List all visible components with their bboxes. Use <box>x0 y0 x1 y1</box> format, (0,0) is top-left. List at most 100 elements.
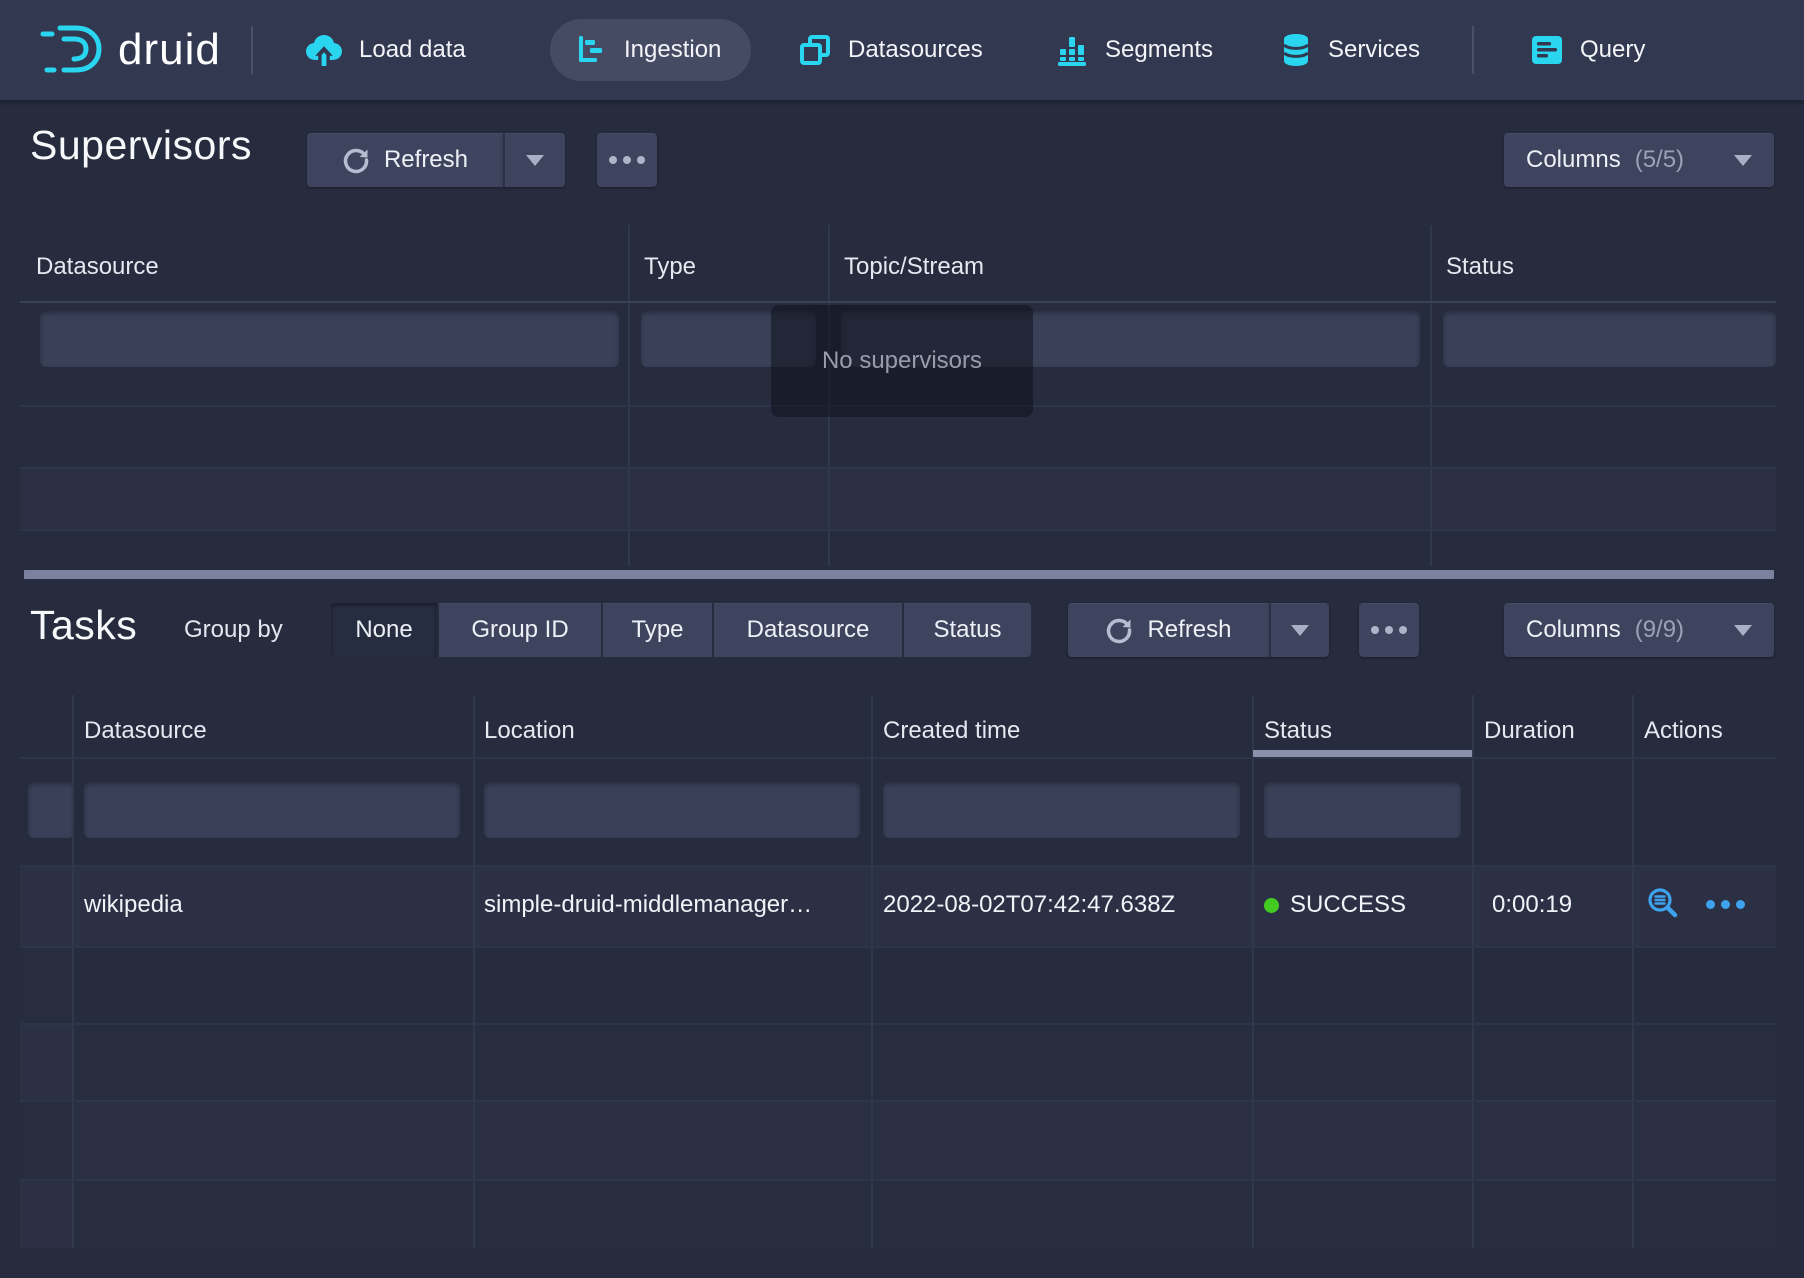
nav-services[interactable]: Services <box>1280 0 1420 100</box>
group-by-group-id-button[interactable]: Group ID <box>437 603 601 657</box>
column-divider <box>72 695 74 1248</box>
nav-load-data-label: Load data <box>359 36 466 64</box>
row-divider <box>20 1100 1776 1102</box>
status-success-dot <box>1264 898 1279 913</box>
nav-services-label: Services <box>1328 36 1420 64</box>
chevron-down-icon <box>1734 155 1752 166</box>
header-divider <box>20 301 1776 303</box>
nav-segments[interactable]: Segments <box>1055 0 1213 100</box>
table-row <box>20 1100 1776 1179</box>
tasks-refresh-label: Refresh <box>1147 616 1231 644</box>
nav-segments-label: Segments <box>1105 36 1213 64</box>
column-divider <box>1430 225 1432 566</box>
nav-datasources-label: Datasources <box>848 36 983 64</box>
tasks-header-actions[interactable]: Actions <box>1644 717 1723 745</box>
supervisors-refresh-dropdown[interactable] <box>503 133 565 187</box>
nav-datasources[interactable]: Datasources <box>798 0 983 100</box>
refresh-icon <box>342 146 370 174</box>
inspect-task-icon[interactable] <box>1646 887 1680 921</box>
table-row <box>20 1179 1776 1248</box>
supervisors-header-datasource[interactable]: Datasource <box>36 253 159 281</box>
tasks-refresh-button[interactable]: Refresh <box>1068 603 1269 657</box>
tasks-header-duration[interactable]: Duration <box>1484 717 1575 745</box>
cell-duration[interactable]: 0:00:19 <box>1492 891 1572 919</box>
row-divider <box>20 865 1776 867</box>
narrow-column-cell <box>20 1100 72 1179</box>
tasks-more-button[interactable] <box>1359 603 1419 657</box>
column-divider <box>1472 695 1474 1248</box>
tasks-filter-first[interactable] <box>28 782 74 838</box>
supervisors-columns-button[interactable]: Columns (5/5) <box>1504 133 1774 187</box>
row-divider <box>20 1179 1776 1181</box>
supervisors-filter-datasource[interactable] <box>40 311 619 367</box>
top-nav: druid Load data Ingestion <box>0 0 1804 100</box>
more-icon <box>1371 626 1407 634</box>
nav-divider <box>251 26 253 74</box>
tasks-refresh-dropdown[interactable] <box>1269 603 1329 657</box>
more-icon <box>609 156 645 164</box>
tasks-columns-button[interactable]: Columns (9/9) <box>1504 603 1774 657</box>
nav-ingestion-label: Ingestion <box>624 36 721 64</box>
tasks-columns-count: (9/9) <box>1635 616 1684 644</box>
table-row <box>20 946 1776 1023</box>
tasks-table: Datasource Location Created time Status … <box>20 695 1776 1248</box>
row-divider <box>20 1023 1776 1025</box>
cell-location[interactable]: simple-druid-middlemanager… <box>484 891 812 919</box>
nav-ingestion[interactable]: Ingestion <box>550 19 751 81</box>
gantt-chart-icon <box>576 34 608 66</box>
cell-status[interactable]: SUCCESS <box>1290 891 1406 919</box>
column-divider <box>628 225 630 566</box>
supervisors-columns-label: Columns <box>1526 146 1621 174</box>
supervisors-columns-count: (5/5) <box>1635 146 1684 174</box>
supervisors-more-button[interactable] <box>597 133 657 187</box>
tasks-columns-label: Columns <box>1526 616 1621 644</box>
row-divider <box>20 946 1776 948</box>
cell-actions <box>1646 887 1745 921</box>
chevron-down-icon <box>1734 625 1752 636</box>
supervisors-filter-status[interactable] <box>1443 311 1776 367</box>
column-divider <box>1252 695 1254 1248</box>
tasks-header-location[interactable]: Location <box>484 717 575 745</box>
nav-query[interactable]: Query <box>1530 0 1645 100</box>
cell-created-time[interactable]: 2022-08-02T07:42:47.638Z <box>883 891 1175 919</box>
console-icon <box>1530 34 1564 66</box>
tasks-title: Tasks <box>30 602 137 649</box>
sort-indicator-status <box>1253 750 1472 757</box>
druid-logo-icon <box>38 21 104 79</box>
tasks-filter-location[interactable] <box>484 782 860 838</box>
supervisors-header-status[interactable]: Status <box>1446 253 1514 281</box>
supervisors-header-topic-stream[interactable]: Topic/Stream <box>844 253 984 281</box>
tasks-filter-created-time[interactable] <box>883 782 1240 838</box>
stacked-layers-icon <box>798 33 832 67</box>
supervisors-header-type[interactable]: Type <box>644 253 696 281</box>
narrow-column-cell <box>20 1023 72 1100</box>
task-more-actions-icon[interactable] <box>1706 900 1745 909</box>
druid-console: druid Load data Ingestion <box>0 0 1804 1278</box>
row-divider <box>20 529 1776 531</box>
tasks-filter-datasource[interactable] <box>84 782 460 838</box>
tasks-header-status[interactable]: Status <box>1264 717 1332 745</box>
refresh-icon <box>1105 616 1133 644</box>
tasks-filter-status[interactable] <box>1264 782 1461 838</box>
cell-datasource[interactable]: wikipedia <box>84 891 183 919</box>
nav-load-data[interactable]: Load data <box>305 0 466 100</box>
supervisors-table: Datasource Type Topic/Stream Status No s… <box>20 225 1776 581</box>
druid-logo[interactable]: druid <box>38 0 221 100</box>
group-by-none-button[interactable]: None <box>331 603 437 657</box>
table-row <box>20 529 1776 566</box>
tasks-header-datasource[interactable]: Datasource <box>84 717 207 745</box>
group-by-button-group: None Group ID Type Datasource Status <box>331 603 1031 657</box>
supervisors-refresh-button[interactable]: Refresh <box>307 133 503 187</box>
chevron-down-icon <box>526 155 544 166</box>
supervisors-title: Supervisors <box>30 122 252 169</box>
narrow-column-cell <box>20 946 72 1023</box>
row-divider <box>20 467 1776 469</box>
column-divider <box>473 695 475 1248</box>
group-by-type-button[interactable]: Type <box>601 603 712 657</box>
horizontal-scrollbar[interactable] <box>24 570 1774 579</box>
group-by-status-button[interactable]: Status <box>902 603 1031 657</box>
tasks-header-created-time[interactable]: Created time <box>883 717 1020 745</box>
group-by-datasource-button[interactable]: Datasource <box>712 603 902 657</box>
supervisors-refresh-label: Refresh <box>384 146 468 174</box>
bar-chart-icon <box>1055 33 1089 67</box>
